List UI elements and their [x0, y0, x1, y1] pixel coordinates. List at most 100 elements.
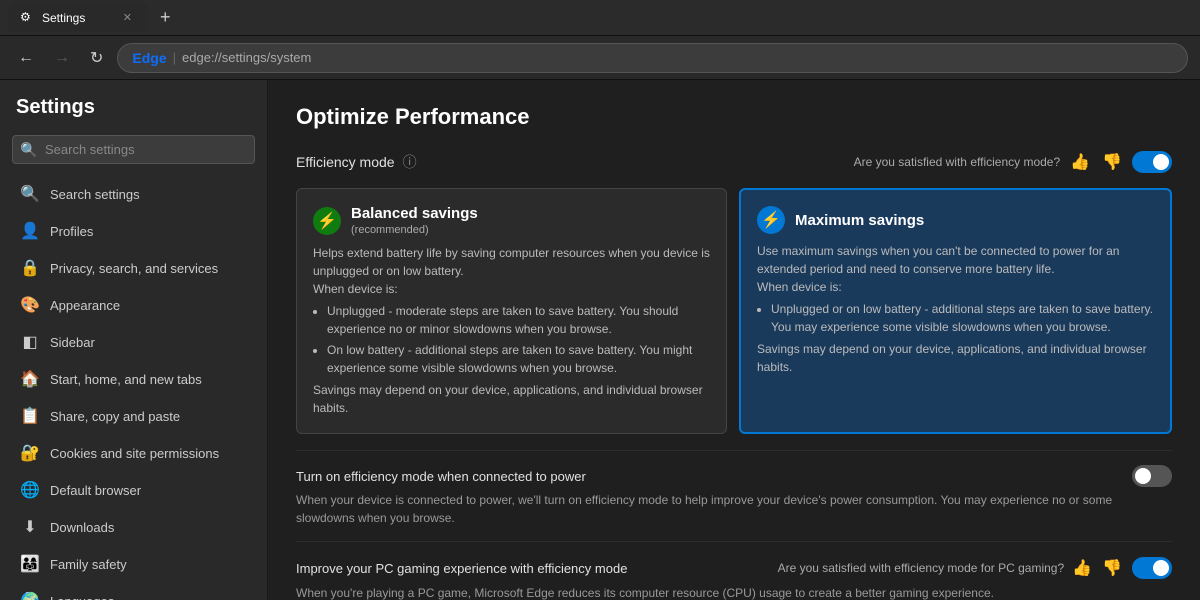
titlebar-tabs: ⚙ Settings ✕ +: [8, 3, 1192, 32]
privacy-icon: 🔒: [20, 258, 40, 278]
thumbs-up-button[interactable]: 👍: [1068, 150, 1092, 174]
gaming-thumbs-down[interactable]: 👎: [1100, 556, 1124, 580]
gaming-satisfaction-label: Are you satisfied with efficiency mode f…: [778, 561, 1065, 575]
gaming-title-row: Improve your PC gaming experience with e…: [296, 556, 1172, 580]
nav-label: Sidebar: [50, 335, 95, 350]
efficiency-power-toggle[interactable]: [1132, 465, 1172, 487]
maximum-bullet-0: Unplugged or on low battery - additional…: [771, 300, 1154, 336]
tab-label: Settings: [42, 11, 85, 25]
forward-button[interactable]: →: [48, 43, 76, 73]
sidebar-item-appearance[interactable]: 🎨 Appearance: [4, 287, 263, 323]
cookies-icon: 🔐: [20, 443, 40, 463]
search-input[interactable]: [12, 135, 255, 164]
nav-label: Privacy, search, and services: [50, 261, 218, 276]
address-text: edge://settings/system: [182, 50, 311, 65]
maximum-bullets: Unplugged or on low battery - additional…: [757, 300, 1154, 336]
efficiency-power-slider: [1132, 465, 1172, 487]
efficiency-power-controls: [1132, 465, 1172, 487]
efficiency-mode-label: Efficiency mode: [296, 154, 395, 170]
efficiency-mode-toggle[interactable]: [1132, 151, 1172, 173]
page-title: Optimize Performance: [296, 104, 1172, 130]
appearance-icon: 🎨: [20, 295, 40, 315]
nav-label: Languages: [50, 594, 114, 600]
address-separator: |: [173, 50, 176, 65]
new-tab-button[interactable]: +: [152, 3, 179, 32]
address-bar[interactable]: Edge | edge://settings/system: [117, 43, 1188, 73]
languages-icon: 🌍: [20, 591, 40, 600]
maximum-card-title: Maximum savings: [795, 212, 924, 229]
balanced-bullets: Unplugged - moderate steps are taken to …: [313, 302, 710, 377]
sidebar-item-family-safety[interactable]: 👨‍👩‍👧 Family safety: [4, 546, 263, 582]
efficiency-satisfaction-label: Are you satisfied with efficiency mode?: [854, 155, 1061, 169]
default-browser-icon: 🌐: [20, 480, 40, 500]
sidebar-item-share-copy[interactable]: 📋 Share, copy and paste: [4, 398, 263, 434]
efficiency-power-desc: When your device is connected to power, …: [296, 491, 1172, 527]
nav-label: Start, home, and new tabs: [50, 372, 202, 387]
maximum-card-header: ⚡ Maximum savings: [757, 206, 1154, 234]
tab-close-button[interactable]: ✕: [119, 9, 136, 26]
maximum-intro: Use maximum savings when you can't be co…: [757, 242, 1154, 278]
balanced-card-title: Balanced savings: [351, 205, 478, 222]
efficiency-mode-slider: [1132, 151, 1172, 173]
balanced-card-title-block: Balanced savings (recommended): [351, 205, 478, 236]
sidebar-icon: ◧: [20, 332, 40, 352]
efficiency-mode-header: Efficiency mode ⓘ Are you satisfied with…: [296, 150, 1172, 174]
titlebar: ⚙ Settings ✕ +: [0, 0, 1200, 36]
nav-label: Cookies and site permissions: [50, 446, 219, 461]
nav-label: Downloads: [50, 520, 114, 535]
tab-settings[interactable]: ⚙ Settings ✕: [8, 3, 148, 32]
savings-cards-row: ⚡ Balanced savings (recommended) Helps e…: [296, 188, 1172, 434]
maximum-when: When device is:: [757, 278, 1154, 296]
sidebar-item-start-home[interactable]: 🏠 Start, home, and new tabs: [4, 361, 263, 397]
efficiency-mode-section: Efficiency mode ⓘ Are you satisfied with…: [296, 150, 1172, 600]
sidebar-item-downloads[interactable]: ⬇ Downloads: [4, 509, 263, 545]
setting-row-gaming: Improve your PC gaming experience with e…: [296, 541, 1172, 600]
gaming-desc: When you're playing a PC game, Microsoft…: [296, 584, 1172, 600]
maximum-card-title-block: Maximum savings: [795, 212, 924, 229]
sidebar-item-sidebar[interactable]: ◧ Sidebar: [4, 324, 263, 360]
balanced-card-header: ⚡ Balanced savings (recommended): [313, 205, 710, 236]
help-icon[interactable]: ⓘ: [403, 152, 417, 172]
maximum-card-body: Use maximum savings when you can't be co…: [757, 242, 1154, 376]
sidebar-item-cookies[interactable]: 🔐 Cookies and site permissions: [4, 435, 263, 471]
maximum-card-icon: ⚡: [757, 206, 785, 234]
sidebar-item-languages[interactable]: 🌍 Languages: [4, 583, 263, 600]
nav-label: Search settings: [50, 187, 140, 202]
maximum-savings-card[interactable]: ⚡ Maximum savings Use maximum savings wh…: [739, 188, 1172, 434]
balanced-savings-card[interactable]: ⚡ Balanced savings (recommended) Helps e…: [296, 188, 727, 434]
search-settings-icon: 🔍: [20, 184, 40, 204]
edge-logo: Edge: [132, 50, 166, 66]
gaming-thumbs-up[interactable]: 👍: [1070, 556, 1094, 580]
back-button[interactable]: ←: [12, 43, 40, 73]
nav-label: Share, copy and paste: [50, 409, 180, 424]
sidebar-item-search-settings[interactable]: 🔍 Search settings: [4, 176, 263, 212]
efficiency-power-title-row: Turn on efficiency mode when connected t…: [296, 465, 1172, 487]
toolbar: ← → ↻ Edge | edge://settings/system: [0, 36, 1200, 80]
balanced-bullet-1: On low battery - additional steps are ta…: [327, 341, 710, 377]
thumbs-down-button[interactable]: 👎: [1100, 150, 1124, 174]
refresh-button[interactable]: ↻: [84, 42, 109, 74]
sidebar-title: Settings: [0, 96, 267, 135]
gaming-toggle[interactable]: [1132, 557, 1172, 579]
balanced-card-body: Helps extend battery life by saving comp…: [313, 244, 710, 417]
balanced-intro: Helps extend battery life by saving comp…: [313, 244, 710, 280]
downloads-icon: ⬇: [20, 517, 40, 537]
sidebar-item-privacy[interactable]: 🔒 Privacy, search, and services: [4, 250, 263, 286]
maximum-savings-note: Savings may depend on your device, appli…: [757, 340, 1154, 376]
balanced-card-subtitle: (recommended): [351, 224, 478, 236]
search-box: 🔍: [12, 135, 255, 164]
sidebar-item-default-browser[interactable]: 🌐 Default browser: [4, 472, 263, 508]
efficiency-power-title: Turn on efficiency mode when connected t…: [296, 469, 1116, 484]
balanced-savings-note: Savings may depend on your device, appli…: [313, 381, 710, 417]
gaming-slider: [1132, 557, 1172, 579]
balanced-when: When device is:: [313, 280, 710, 298]
setting-row-efficiency-power: Turn on efficiency mode when connected t…: [296, 450, 1172, 541]
family-icon: 👨‍👩‍👧: [20, 554, 40, 574]
sidebar-item-profiles[interactable]: 👤 Profiles: [4, 213, 263, 249]
sidebar: Settings 🔍 🔍 Search settings 👤 Profiles …: [0, 80, 268, 600]
gaming-controls: Are you satisfied with efficiency mode f…: [778, 556, 1172, 580]
gaming-satisfaction: Are you satisfied with efficiency mode f…: [778, 556, 1124, 580]
gaming-title: Improve your PC gaming experience with e…: [296, 561, 762, 576]
balanced-card-icon: ⚡: [313, 207, 341, 235]
nav-label: Profiles: [50, 224, 93, 239]
